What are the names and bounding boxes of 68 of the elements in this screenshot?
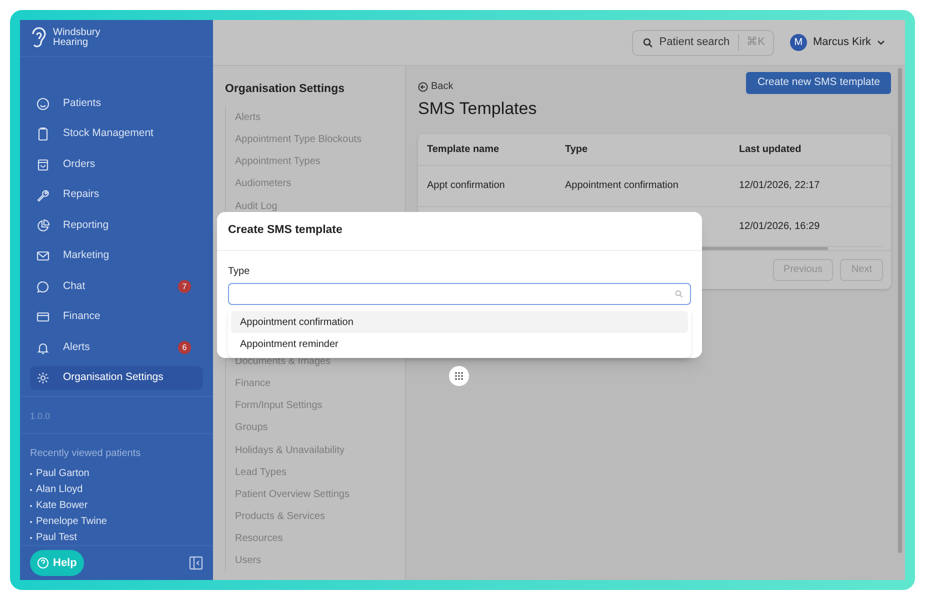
search-icon <box>643 38 654 48</box>
avatar: M <box>790 34 807 51</box>
type-input-field[interactable] <box>228 283 691 305</box>
vertical-scrollbar[interactable] <box>898 68 902 553</box>
create-template-button[interactable]: Create new SMS template <box>746 72 891 94</box>
column-header: Last updated <box>739 142 802 156</box>
envelope-icon <box>36 249 50 264</box>
nav-label: Patients <box>63 96 102 111</box>
smiley-icon <box>36 96 50 111</box>
nav-item[interactable]: Orders <box>30 152 203 177</box>
dialog-title: Create SMS template <box>217 212 702 251</box>
field-label: Type <box>228 265 251 279</box>
dropdown-option[interactable]: Appointment confirmation <box>231 311 688 333</box>
brand-name: Windsbury <box>53 28 100 38</box>
nav-label: Repairs <box>63 187 100 202</box>
question-icon <box>37 557 49 570</box>
credit-card-icon <box>36 310 50 324</box>
collapse-sidebar-icon[interactable] <box>189 556 203 570</box>
patient-link[interactable]: Paul Garton <box>36 467 90 482</box>
table-cell-text: 12/01/2026, 22:17 <box>739 179 821 193</box>
panel-title: Organisation Settings <box>225 82 346 97</box>
count-badge: 6 <box>178 341 191 354</box>
wrench-icon <box>36 188 50 202</box>
nav-item[interactable]: Alerts 6 <box>30 336 203 360</box>
nav-item[interactable]: Repairs <box>30 183 203 208</box>
arrow-left-icon <box>418 82 428 92</box>
patient-link[interactable]: Alan Lloyd <box>36 483 83 498</box>
speech-bubble-icon <box>36 280 50 294</box>
nav-label: Marketing <box>63 248 110 264</box>
version-label: 1.0.0 <box>30 411 50 422</box>
nav-label: Orders <box>63 156 96 172</box>
nav-item[interactable]: Organisation Settings <box>30 366 203 390</box>
nav-item[interactable]: Patients <box>30 92 203 116</box>
count-badge: 7 <box>178 280 191 294</box>
nav-item[interactable]: Finance <box>30 305 203 330</box>
patient-link[interactable]: Kate Bower <box>36 499 88 514</box>
patient-link[interactable]: Penelope Twine <box>36 515 107 530</box>
nav-label: Finance <box>63 309 102 324</box>
column-header: Template name <box>427 142 500 156</box>
patient-search-field[interactable]: Patient search ⌘K <box>632 30 774 56</box>
table-cell-text: Appointment confirmation <box>565 179 680 193</box>
nav-item[interactable]: Stock Management <box>30 122 203 146</box>
patient-link[interactable]: Paul Test <box>36 531 77 546</box>
column-header: Type <box>565 142 589 156</box>
clipboard-icon <box>36 127 50 142</box>
search-icon <box>675 290 683 298</box>
grid-dots-icon <box>455 372 463 380</box>
section-heading: Recently viewed patients <box>30 447 142 462</box>
table-cell-text: 12/01/2026, 16:29 <box>739 220 821 234</box>
dropdown-option[interactable]: Appointment reminder <box>231 333 688 355</box>
table-cell-text: Appt confirmation <box>427 179 506 193</box>
nav-label: Chat <box>63 278 86 294</box>
nav-item[interactable]: Chat 7 <box>30 274 203 299</box>
bell-icon <box>36 340 50 355</box>
nav-label: Stock Management <box>63 126 154 142</box>
nav-label: Reporting <box>63 218 110 233</box>
nav-item[interactable]: Reporting <box>30 214 203 238</box>
nav-item[interactable]: Marketing <box>30 244 203 268</box>
pie-chart-icon <box>36 218 50 233</box>
back-link[interactable]: Back <box>418 79 537 94</box>
user-name: Marcus Kirk <box>812 35 871 50</box>
nav-label: Alerts <box>63 340 91 355</box>
bag-icon <box>36 158 50 172</box>
nav-label: Organisation Settings <box>63 370 164 386</box>
brand-name: Hearing <box>53 38 88 48</box>
user-menu[interactable]: M Marcus Kirk <box>790 34 885 51</box>
chevron-down-icon <box>877 40 885 46</box>
page-title: SMS Templates <box>418 98 537 120</box>
